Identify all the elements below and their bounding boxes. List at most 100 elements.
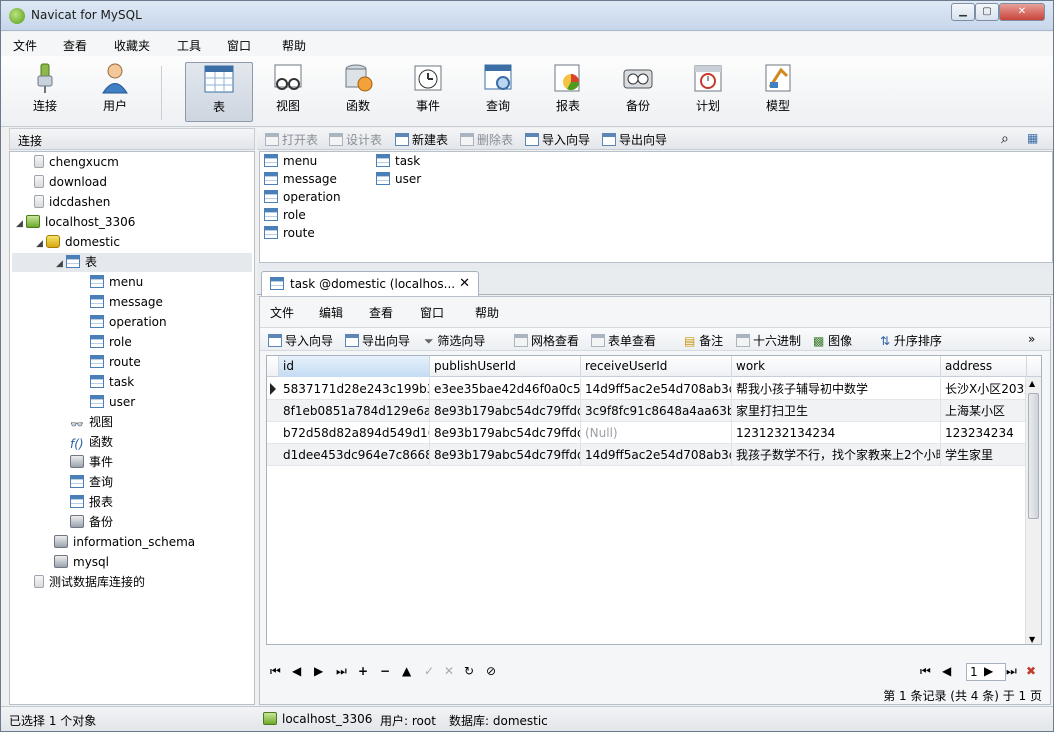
new-table-button[interactable]: 新建表 [395, 131, 448, 148]
table-row[interactable]: b72d58d82a894d549d16 8e93b179abc54dc79ffd… [267, 422, 1041, 444]
toolbar-overflow-icon[interactable]: » [1028, 332, 1035, 346]
design-table-button[interactable]: 设计表 [329, 131, 382, 148]
table-cell[interactable]: 14d9ff5ac2e54d708ab3d [581, 444, 732, 466]
table-cell[interactable]: (Null) [581, 422, 732, 444]
toolbar-report[interactable]: 报表 [536, 62, 600, 122]
toolbar-model[interactable]: 模型 [746, 62, 810, 122]
prev-page-icon[interactable]: ◀ [942, 664, 951, 678]
hex-button[interactable]: 十六进制 [736, 332, 801, 349]
cancel-icon[interactable]: ✕ [444, 664, 454, 678]
export-wizard-button[interactable]: 导出向导 [345, 332, 410, 349]
delete-table-button[interactable]: 删除表 [460, 131, 513, 148]
menu-favorites[interactable]: 收藏夹 [114, 37, 150, 54]
object-route[interactable]: route [264, 226, 315, 240]
menu-file[interactable]: 文件 [13, 37, 37, 54]
table-cell[interactable]: e3ee35bae42d46f0a0c54 [430, 378, 581, 400]
tree-table-operation[interactable]: operation [90, 313, 167, 332]
sort-ascending-button[interactable]: ⇅ 升序排序 [880, 332, 942, 349]
table-cell[interactable]: d1dee453dc964e7c8668c [279, 444, 430, 466]
tree-group-views[interactable]: 👓 视图 [70, 413, 113, 432]
tree-db-idcdashen[interactable]: idcdashen [34, 193, 110, 212]
last-record-icon[interactable]: ⏭ [336, 664, 347, 679]
import-wizard-button[interactable]: 导入向导 [268, 332, 333, 349]
apply-icon[interactable]: ✓ [424, 664, 434, 678]
column-header-publishuserid[interactable]: publishUserId [430, 356, 581, 377]
editor-menu-window[interactable]: 窗口 [420, 304, 444, 321]
table-cell[interactable]: 家里打扫卫生 [732, 400, 941, 422]
tab-task[interactable]: task @domestic (localhos... ✕ [261, 271, 479, 296]
tree-table-task[interactable]: task [90, 373, 134, 392]
table-cell[interactable]: b72d58d82a894d549d16 [279, 422, 430, 444]
next-record-icon[interactable]: ▶ [314, 664, 323, 678]
table-cell[interactable]: 我孩子数学不行，找个家教来上2个小时 [732, 444, 941, 466]
toolbar-connect[interactable]: 连接 [13, 62, 77, 122]
stop-icon[interactable]: ⊘ [486, 664, 496, 678]
column-header-work[interactable]: work [732, 356, 941, 377]
tree-connection-localhost[interactable]: ◢ localhost_3306 [16, 213, 135, 232]
tree-connection-test[interactable]: 测试数据库连接的 [34, 573, 145, 592]
settings-tools-icon[interactable]: ✖ [1026, 664, 1036, 678]
column-header-address[interactable]: address [941, 356, 1027, 377]
scroll-down-icon[interactable]: ▼ [1029, 635, 1035, 644]
object-menu[interactable]: menu [264, 154, 317, 168]
add-record-icon[interactable]: + [358, 664, 368, 678]
scroll-up-icon[interactable]: ▲ [1029, 379, 1035, 388]
table-cell[interactable]: 8f1eb0851a784d129e6aa [279, 400, 430, 422]
import-wizard-button[interactable]: 导入向导 [525, 131, 590, 148]
table-cell[interactable]: 3c9f8fc91c8648a4aa63b4 [581, 400, 732, 422]
open-table-button[interactable]: 打开表 [265, 131, 318, 148]
tree-group-tables[interactable]: ◢ 表 [12, 253, 252, 272]
table-row[interactable]: d1dee453dc964e7c8668c 8e93b179abc54dc79ff… [267, 444, 1041, 466]
menu-tools[interactable]: 工具 [177, 37, 201, 54]
table-cell[interactable]: 上海某小区 [941, 400, 1027, 422]
table-cell[interactable]: 学生家里 [941, 444, 1027, 466]
tree-group-functions[interactable]: f() 函数 [70, 433, 113, 452]
column-header-id[interactable]: id [279, 356, 430, 377]
toolbar-event[interactable]: 事件 [396, 62, 460, 122]
toolbar-view[interactable]: 视图 [256, 62, 320, 122]
tree-table-menu[interactable]: menu [90, 273, 143, 292]
table-cell[interactable]: 8e93b179abc54dc79ffdd [430, 422, 581, 444]
close-button[interactable]: ✕ [999, 3, 1045, 21]
column-header-receiveuserid[interactable]: receiveUserId [581, 356, 732, 377]
tree-group-backups[interactable]: 备份 [70, 513, 113, 532]
delete-record-icon[interactable]: − [380, 664, 390, 678]
toolbar-table[interactable]: 表 [185, 62, 253, 122]
object-user[interactable]: user [376, 172, 421, 186]
menu-window[interactable]: 窗口 [227, 37, 251, 54]
table-cell[interactable]: 长沙X小区203室 [941, 378, 1027, 400]
next-page-icon[interactable]: ▶ [984, 664, 993, 678]
grid-view-icon[interactable]: ▦ [1027, 131, 1038, 145]
tree-db-domestic[interactable]: ◢ domestic [36, 233, 120, 252]
menu-view[interactable]: 查看 [63, 37, 87, 54]
table-row[interactable]: 8f1eb0851a784d129e6aa 8e93b179abc54dc79ff… [267, 400, 1041, 422]
expand-arrow-icon[interactable]: ◢ [56, 255, 66, 274]
grid-view-button[interactable]: 网格查看 [514, 332, 579, 349]
first-page-icon[interactable]: ⏮ [920, 664, 931, 679]
table-cell[interactable]: 8e93b179abc54dc79ffdd [430, 444, 581, 466]
object-task[interactable]: task [376, 154, 420, 168]
table-cell[interactable]: 8e93b179abc54dc79ffdd [430, 400, 581, 422]
maximize-button[interactable]: ▢ [975, 3, 999, 21]
tree-group-reports[interactable]: 报表 [70, 493, 113, 512]
memo-button[interactable]: ▤ 备注 [684, 332, 723, 349]
object-message[interactable]: message [264, 172, 337, 186]
search-icon[interactable]: ⌕ [1001, 131, 1009, 147]
filter-wizard-button[interactable]: ⏷ 筛选向导 [424, 332, 485, 349]
table-row[interactable]: 5837171d28e243c199b31 e3ee35bae42d46f0a0c… [267, 378, 1041, 400]
editor-menu-edit[interactable]: 编辑 [319, 304, 343, 321]
image-button[interactable]: ▩ 图像 [813, 332, 852, 349]
table-cell[interactable]: 帮我小孩子辅导初中数学 [732, 378, 941, 400]
tree-db-chengxucm[interactable]: chengxucm [34, 153, 119, 172]
tab-close-icon[interactable]: ✕ [459, 276, 470, 291]
tree-table-message[interactable]: message [90, 293, 163, 312]
expand-arrow-icon[interactable]: ◢ [16, 215, 26, 234]
toolbar-backup[interactable]: 备份 [606, 62, 670, 122]
refresh-icon[interactable]: ↻ [464, 664, 474, 678]
toolbar-schedule[interactable]: 计划 [676, 62, 740, 122]
table-cell[interactable]: 1231232134234 [732, 422, 941, 444]
tree-group-events[interactable]: 事件 [70, 453, 113, 472]
table-cell[interactable]: 5837171d28e243c199b31 [279, 378, 430, 400]
tree-db-information-schema[interactable]: information_schema [54, 533, 195, 552]
tree-table-role[interactable]: role [90, 333, 132, 352]
